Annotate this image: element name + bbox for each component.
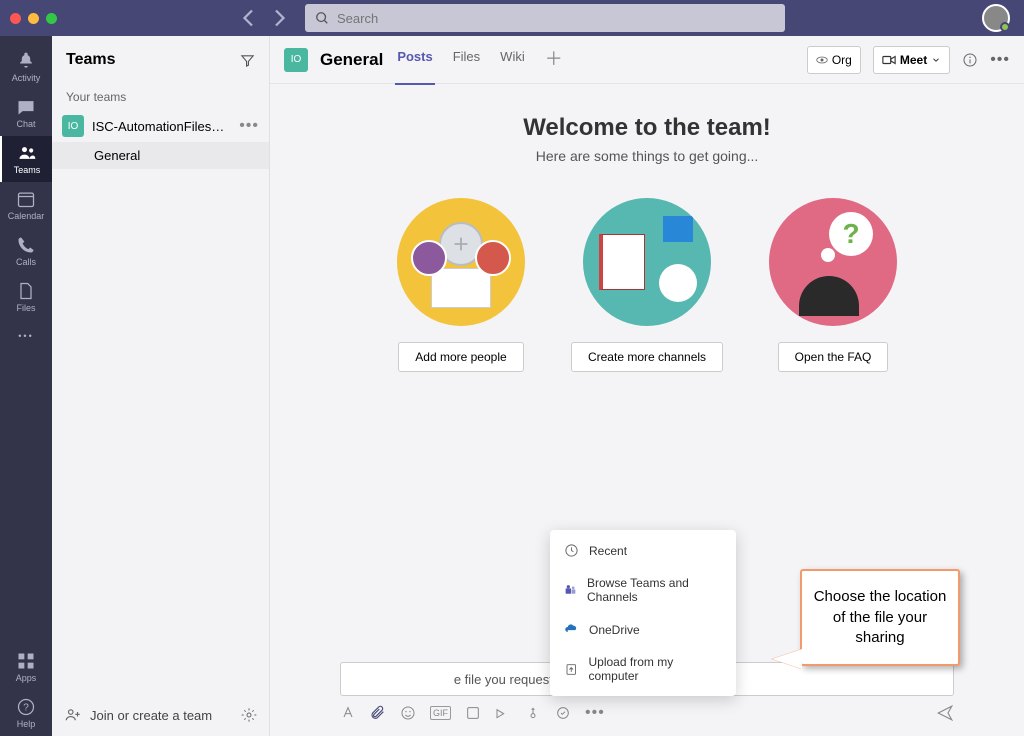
- minimize-window[interactable]: [28, 13, 39, 24]
- add-tab-button[interactable]: ＋: [543, 35, 565, 85]
- callout-text: Choose the location of the file your sha…: [800, 569, 960, 666]
- video-icon: [882, 53, 896, 67]
- add-people-button[interactable]: Add more people: [398, 342, 523, 372]
- clock-icon: [564, 543, 579, 558]
- search-input[interactable]: [337, 11, 775, 26]
- card-open-faq: ? Open the FAQ: [769, 198, 897, 372]
- open-faq-button[interactable]: Open the FAQ: [778, 342, 889, 372]
- attach-icon[interactable]: [370, 705, 386, 721]
- meeting-icon[interactable]: [495, 705, 511, 721]
- tab-wiki[interactable]: Wiki: [498, 35, 527, 85]
- rail-more[interactable]: •••: [0, 320, 52, 352]
- app-rail: Activity Chat Teams Calendar Calls Files…: [0, 36, 52, 736]
- rail-teams[interactable]: Teams: [0, 136, 52, 182]
- sidebar-title: Teams: [66, 51, 116, 69]
- rail-files[interactable]: Files: [0, 274, 52, 320]
- channel-general[interactable]: General: [52, 142, 269, 169]
- tab-posts[interactable]: Posts: [395, 35, 434, 85]
- welcome-block: Welcome to the team! Here are some thing…: [270, 84, 1024, 174]
- join-team-icon: [64, 706, 82, 724]
- channel-header: IO General Posts Files Wiki ＋ Org Meet •…: [270, 36, 1024, 84]
- gear-icon[interactable]: [241, 707, 257, 723]
- composer-toolbar: GIF •••: [340, 704, 954, 722]
- team-more-icon[interactable]: •••: [239, 117, 259, 135]
- info-icon[interactable]: [962, 52, 978, 68]
- user-avatar[interactable]: [982, 4, 1010, 32]
- gif-icon[interactable]: GIF: [430, 706, 451, 720]
- send-button[interactable]: [936, 704, 954, 722]
- attach-upload[interactable]: Upload from my computer: [550, 646, 736, 692]
- org-button[interactable]: Org: [807, 46, 861, 74]
- more-tools-icon[interactable]: •••: [585, 704, 605, 722]
- window-controls: [10, 13, 57, 24]
- chevron-down-icon: [931, 55, 941, 65]
- channel-badge: IO: [284, 48, 308, 72]
- more-button[interactable]: •••: [990, 51, 1010, 69]
- attach-recent[interactable]: Recent: [550, 534, 736, 567]
- meet-button[interactable]: Meet: [873, 46, 950, 74]
- upload-icon: [564, 662, 579, 677]
- rail-chat[interactable]: Chat: [0, 90, 52, 136]
- rail-apps[interactable]: Apps: [0, 644, 52, 690]
- rail-help[interactable]: ?Help: [0, 690, 52, 736]
- team-initials: IO: [62, 115, 84, 137]
- svg-text:?: ?: [23, 702, 29, 713]
- close-window[interactable]: [10, 13, 21, 24]
- forward-button[interactable]: [267, 6, 291, 30]
- team-row[interactable]: IO ISC-AutomationFilesAnd... •••: [52, 110, 269, 142]
- create-channels-illustration: [583, 198, 711, 326]
- stream-icon[interactable]: [525, 705, 541, 721]
- back-button[interactable]: [237, 6, 261, 30]
- attach-menu: Recent Browse Teams and Channels OneDriv…: [550, 530, 736, 696]
- channel-title: General: [320, 50, 383, 70]
- attach-browse-teams[interactable]: Browse Teams and Channels: [550, 567, 736, 613]
- emoji-icon[interactable]: [400, 705, 416, 721]
- approval-icon[interactable]: [555, 705, 571, 721]
- team-name: ISC-AutomationFilesAnd...: [92, 119, 231, 134]
- welcome-cards: Add more people Create more channels ? O…: [270, 198, 1024, 372]
- search-box[interactable]: [305, 4, 785, 32]
- create-channels-button[interactable]: Create more channels: [571, 342, 723, 372]
- welcome-title: Welcome to the team!: [270, 114, 1024, 142]
- teams-icon: [564, 583, 577, 598]
- faq-illustration: ?: [769, 198, 897, 326]
- format-icon[interactable]: [340, 705, 356, 721]
- search-icon: [315, 11, 329, 25]
- card-add-people: Add more people: [397, 198, 525, 372]
- add-people-illustration: [397, 198, 525, 326]
- tab-files[interactable]: Files: [451, 35, 482, 85]
- maximize-window[interactable]: [46, 13, 57, 24]
- rail-calls[interactable]: Calls: [0, 228, 52, 274]
- main-panel: IO General Posts Files Wiki ＋ Org Meet •…: [270, 36, 1024, 736]
- rail-activity[interactable]: Activity: [0, 44, 52, 90]
- history-nav: [237, 6, 291, 30]
- title-bar: [0, 0, 1024, 36]
- join-create-team[interactable]: Join or create a team: [90, 708, 212, 723]
- presence-available-icon: [1000, 22, 1010, 32]
- teams-sidebar: Teams Your teams IO ISC-AutomationFilesA…: [52, 36, 270, 736]
- eye-icon: [816, 54, 828, 66]
- rail-calendar[interactable]: Calendar: [0, 182, 52, 228]
- filter-icon[interactable]: [240, 53, 255, 68]
- annotation-callout: Choose the location of the file your sha…: [800, 569, 960, 666]
- welcome-subtitle: Here are some things to get going...: [270, 148, 1024, 164]
- sticker-icon[interactable]: [465, 705, 481, 721]
- attach-onedrive[interactable]: OneDrive: [550, 613, 736, 646]
- your-teams-label: Your teams: [52, 84, 269, 110]
- onedrive-icon: [564, 622, 579, 637]
- card-create-channels: Create more channels: [571, 198, 723, 372]
